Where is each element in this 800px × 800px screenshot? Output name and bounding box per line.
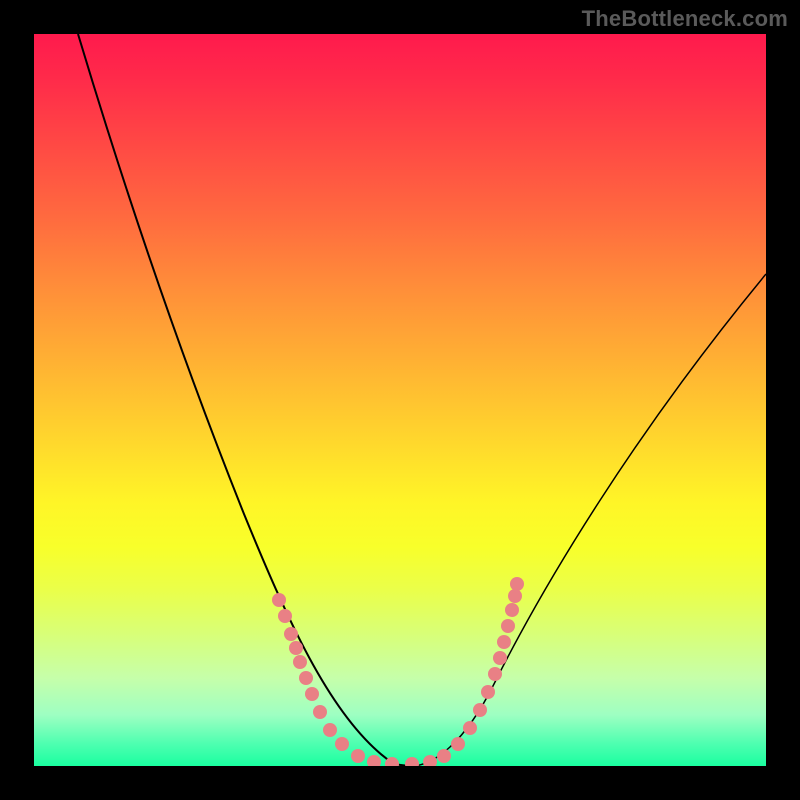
curve-right bbox=[414, 274, 766, 766]
chart-plot-area bbox=[34, 34, 766, 766]
curve-left bbox=[78, 34, 414, 766]
scatter-dots-right bbox=[405, 577, 524, 766]
chart-svg bbox=[34, 34, 766, 766]
watermark-text: TheBottleneck.com bbox=[582, 6, 788, 32]
scatter-dots-left bbox=[272, 593, 399, 766]
chart-frame: TheBottleneck.com bbox=[0, 0, 800, 800]
